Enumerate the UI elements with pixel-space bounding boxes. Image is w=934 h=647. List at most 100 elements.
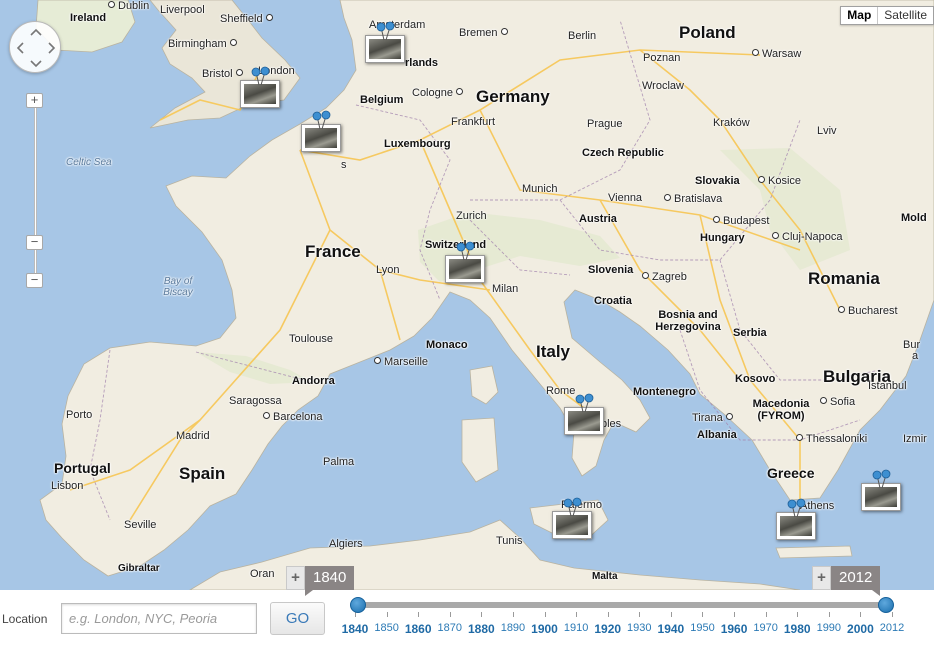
photo-marker-turin[interactable] <box>445 241 485 283</box>
map-label-text: Montenegro <box>633 386 696 398</box>
map-label-budapest: Budapest <box>713 215 769 227</box>
timeline-year-label[interactable]: 1850 <box>374 622 398 634</box>
timeline-year-label[interactable]: 1950 <box>690 622 714 634</box>
go-button[interactable]: GO <box>270 602 325 635</box>
timeline-year-label[interactable]: 2012 <box>880 622 904 634</box>
map-label-berlin: Berlin <box>568 30 596 42</box>
map-pin-icon <box>251 66 270 86</box>
zoom-out-button[interactable]: − <box>26 273 43 288</box>
map-label-porto: Porto <box>66 409 92 421</box>
bottom-bar: Location GO <box>0 590 934 647</box>
map-label-text: Belgium <box>360 94 404 106</box>
map-label-text: Cologne <box>412 87 453 99</box>
map-label-moldova: Mold <box>901 212 927 224</box>
timeline-tick <box>607 612 609 617</box>
map-label-naples-tail: ples <box>601 418 621 430</box>
map-label-krakow: Kraków <box>713 117 750 129</box>
map-label-text: Bosnia and Herzegovina <box>655 309 721 333</box>
map-label-text: Hungary <box>700 232 745 244</box>
map-label-austria: Austria <box>579 213 617 225</box>
map-label-text: Lviv <box>817 125 837 137</box>
timeline-year-label[interactable]: 1970 <box>753 622 777 634</box>
zoom-in-button[interactable]: + <box>26 93 43 108</box>
map-label-hungary: Hungary <box>700 232 745 244</box>
map-canvas[interactable]: Map Satellite + − − Ireland Dublin Liverpo… <box>0 0 934 590</box>
timeline-year-label[interactable]: 1890 <box>501 622 525 634</box>
timeline-year-label[interactable]: 1880 <box>468 622 495 636</box>
map-label-text: Vienna <box>608 192 643 204</box>
map-label-poland: Poland <box>679 24 736 42</box>
timeline-tick <box>639 612 641 617</box>
pan-control[interactable] <box>9 21 61 73</box>
map-label-text: Porto <box>66 409 93 421</box>
map-label-gibraltar: Gibraltar <box>118 563 160 575</box>
timeline-tick <box>734 612 736 617</box>
map-label-text: Italy <box>536 342 571 361</box>
start-year-expand-button[interactable]: + <box>286 566 305 590</box>
map-label-varna-tail: a <box>912 350 918 362</box>
map-pin-icon <box>872 469 891 489</box>
map-label-palma: Palma <box>323 456 354 468</box>
map-label-text: Milan <box>492 283 519 295</box>
timeline-start-handle[interactable] <box>350 597 366 613</box>
timeline-year-label[interactable]: 1840 <box>342 622 369 636</box>
photo-marker-palermo[interactable] <box>552 497 592 539</box>
timeline-year-label[interactable]: 1870 <box>438 622 462 634</box>
map-label-text: Ireland <box>70 12 107 24</box>
map-label-seville: Seville <box>124 519 156 531</box>
map-label-bratislava: Bratislava <box>664 193 722 205</box>
timeline-year-label[interactable]: 1960 <box>721 622 748 636</box>
map-label-text: Tirana <box>692 412 723 424</box>
timeline-year-label[interactable]: 1940 <box>658 622 685 636</box>
map-label-text: Cluj-Napoca <box>782 231 843 243</box>
zoom-slider-track[interactable] <box>34 102 37 280</box>
location-input[interactable] <box>61 603 257 634</box>
map-label-text: Albania <box>697 429 737 441</box>
photo-marker-amsterdam[interactable] <box>365 21 405 63</box>
photo-marker-paris[interactable] <box>301 110 341 152</box>
map-label-bremen: Bremen <box>459 27 508 39</box>
map-label-text: Gibraltar <box>118 563 160 574</box>
timeline-year-label[interactable]: 1910 <box>564 622 588 634</box>
map-label-sheffield: Sheffield <box>220 13 273 25</box>
map-label-cologne: Cologne <box>412 87 463 99</box>
map-label-text: Celtic Sea <box>66 157 112 168</box>
map-label-thessaloniki: Thessaloniki <box>796 433 867 445</box>
photo-marker-naples[interactable] <box>564 393 604 435</box>
map-label-zagreb: Zagreb <box>642 271 687 283</box>
map-label-andorra: Andorra <box>292 375 335 387</box>
timeline-end-handle[interactable] <box>878 597 894 613</box>
pan-arrows-icon <box>16 28 56 68</box>
photo-marker-london[interactable] <box>240 66 280 108</box>
map-label-izmir-tail: Izmir <box>903 433 927 445</box>
map-label-text: Macedonia (FYROM) <box>752 398 810 422</box>
timeline-year-label[interactable]: 1860 <box>405 622 432 636</box>
map-label-wroclaw: Wroclaw <box>642 80 684 92</box>
map-type-satellite-button[interactable]: Satellite <box>878 7 933 24</box>
map-label-czech: Czech Republic <box>582 147 664 159</box>
map-label-text: Croatia <box>594 295 632 307</box>
map-type-map-button[interactable]: Map <box>841 7 879 24</box>
timeline-year-label[interactable]: 1900 <box>531 622 558 636</box>
end-year-expand-button[interactable]: + <box>812 566 831 590</box>
map-label-text: Birmingham <box>168 38 227 50</box>
map-label-warsaw: Warsaw <box>752 48 801 60</box>
timeline-tick <box>828 612 830 617</box>
map-pin-icon <box>376 21 395 41</box>
timeline-year-label[interactable]: 2000 <box>847 622 874 636</box>
zoom-slider-handle[interactable]: − <box>26 235 43 250</box>
map-label-text: Warsaw <box>762 48 802 60</box>
timeline-track[interactable] <box>358 602 886 608</box>
photo-marker-crete[interactable] <box>776 498 816 540</box>
timeline-year-label[interactable]: 1990 <box>817 622 841 634</box>
photo-marker-izmir[interactable] <box>861 469 901 511</box>
map-label-belgium: Belgium <box>360 94 403 106</box>
map-label-text: Istanbul <box>868 380 907 392</box>
map-label-dublin: Dublin <box>108 0 149 12</box>
timeline-year-label[interactable]: 1920 <box>594 622 621 636</box>
timeline-year-label[interactable]: 1980 <box>784 622 811 636</box>
map-label-istanbul-tail: Istanbul <box>868 380 907 392</box>
timeline-year-label[interactable]: 1930 <box>627 622 651 634</box>
map-label-serbia: Serbia <box>733 327 767 339</box>
map-label-sofia: Sofia <box>820 396 855 408</box>
